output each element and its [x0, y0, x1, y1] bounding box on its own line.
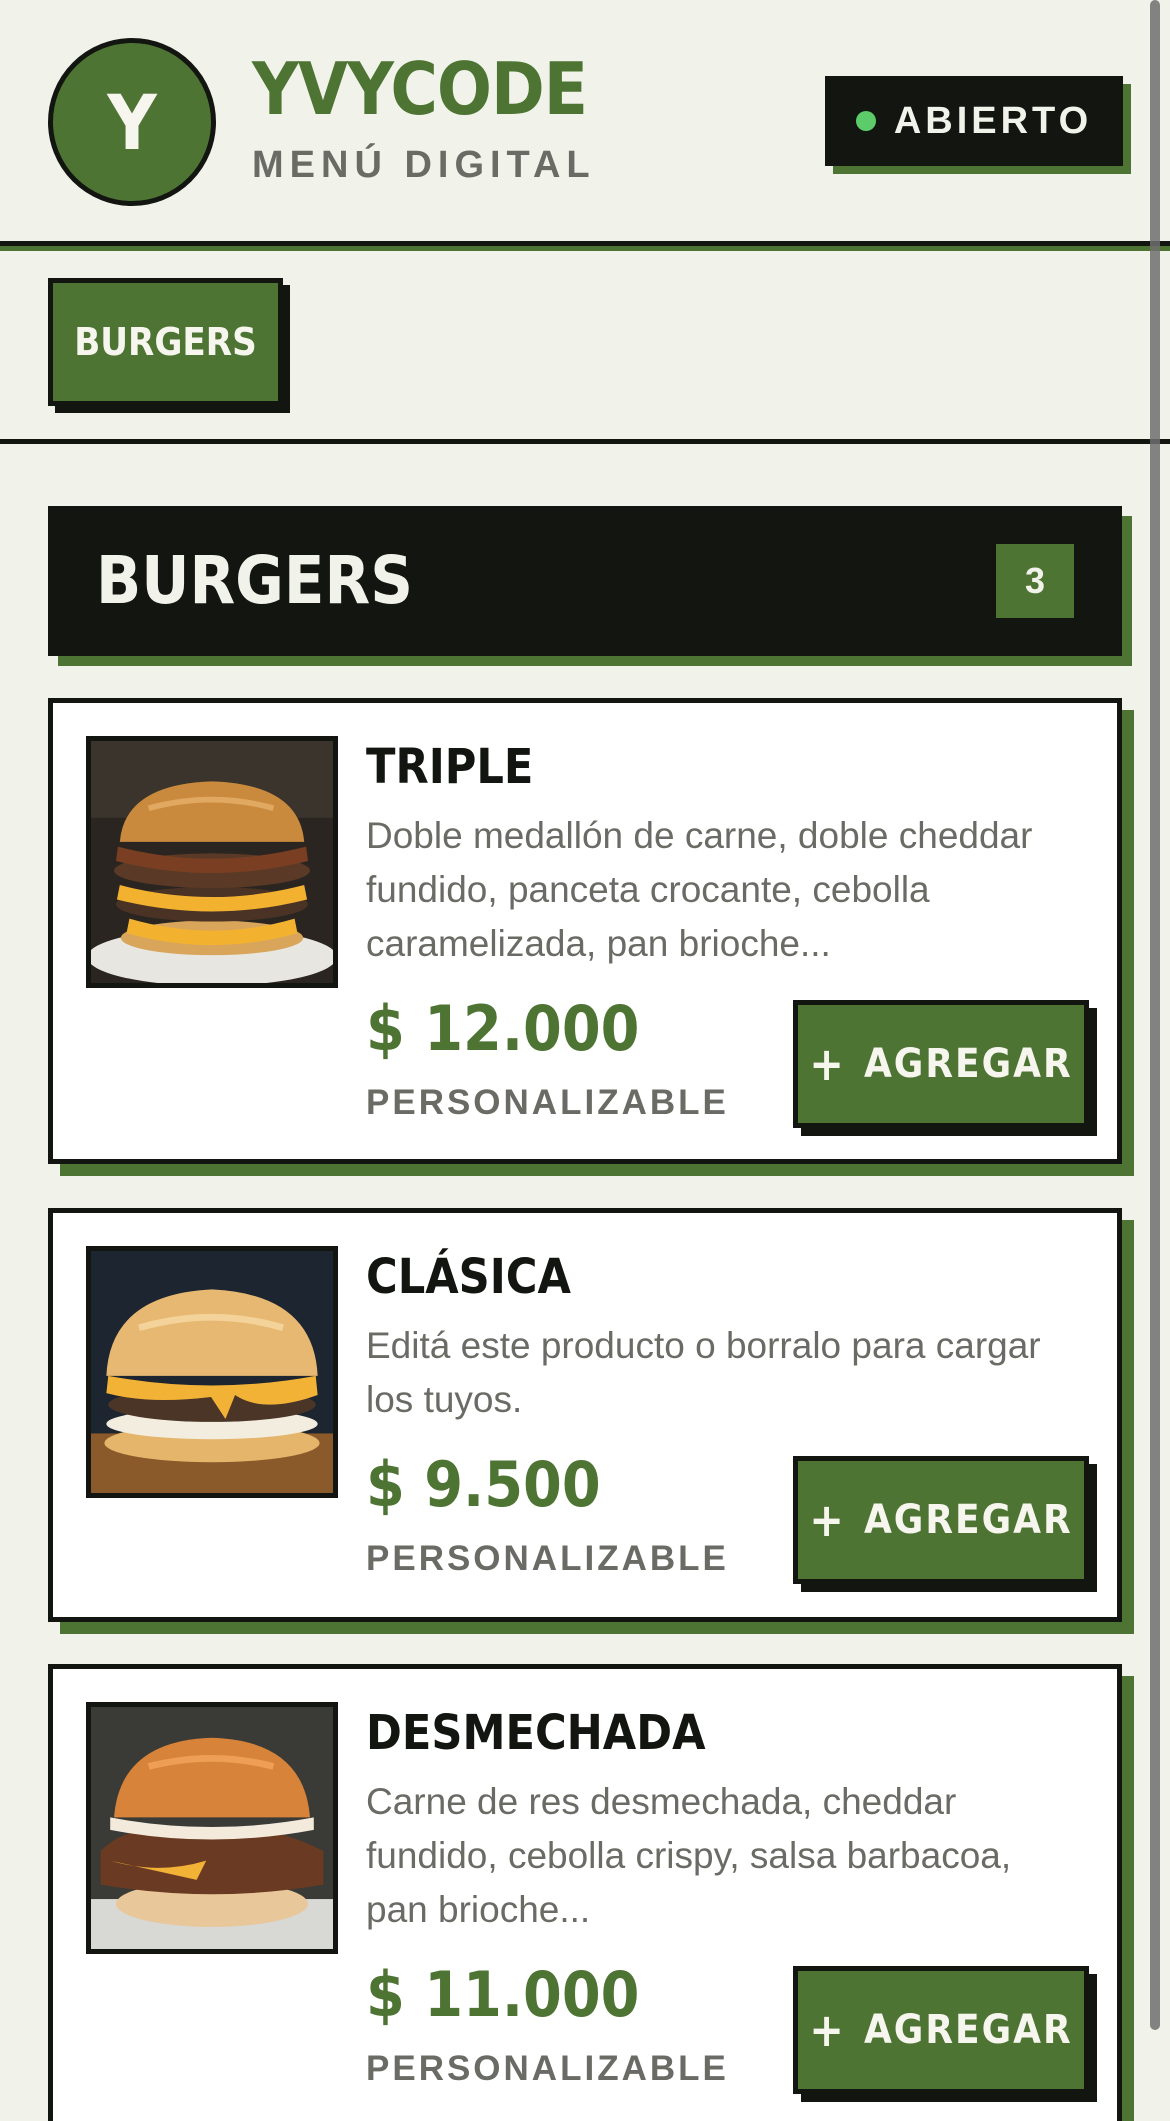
category-tab-burgers[interactable]: BURGERS: [48, 278, 283, 406]
item-count-badge: 3: [996, 544, 1074, 618]
product-price: $ 11.000: [366, 1958, 640, 2031]
product-image[interactable]: [86, 1246, 338, 1498]
brand-logo: Y: [48, 38, 216, 206]
add-button-label: AGREGAR: [863, 2007, 1073, 2053]
product-price: $ 12.000: [366, 992, 640, 1065]
page-scrollbar[interactable]: [1150, 0, 1160, 2030]
add-to-cart-button[interactable]: + AGREGAR: [793, 1000, 1089, 1128]
brand-title: YVYCODE: [252, 47, 588, 131]
customizable-tag: PERSONALIZABLE: [366, 1539, 729, 1578]
customizable-tag: PERSONALIZABLE: [366, 1083, 729, 1122]
logo-letter: Y: [107, 77, 157, 167]
section-title: BURGERS: [96, 542, 413, 619]
section-header: BURGERS 3: [48, 506, 1122, 656]
product-description: Editá este producto o borralo para carga…: [366, 1325, 1041, 1420]
menu-page: Y YVYCODE MENÚ DIGITAL ABIERTO BURGERS B…: [0, 0, 1170, 2121]
product-card[interactable]: DESMECHADA Carne de res desmechada, ched…: [48, 1664, 1122, 2121]
product-card[interactable]: TRIPLE Doble medallón de carne, doble ch…: [48, 698, 1122, 1164]
plus-icon: +: [809, 1493, 844, 1547]
product-price: $ 9.500: [366, 1448, 601, 1521]
add-button-label: AGREGAR: [863, 1497, 1073, 1543]
plus-icon: +: [809, 2003, 844, 2057]
product-card[interactable]: CLÁSICA Editá este producto o borralo pa…: [48, 1208, 1122, 1622]
plus-icon: +: [809, 1037, 844, 1091]
burger-photo-icon: [91, 1707, 333, 1949]
category-tab-label: BURGERS: [74, 320, 257, 364]
product-name: TRIPLE: [366, 739, 534, 795]
status-label: ABIERTO: [893, 99, 1093, 142]
category-nav: BURGERS: [0, 251, 1170, 444]
add-to-cart-button[interactable]: + AGREGAR: [793, 1966, 1089, 2094]
app-header: Y YVYCODE MENÚ DIGITAL ABIERTO: [0, 0, 1170, 246]
burger-photo-icon: [91, 1251, 333, 1493]
product-description: Carne de res desmechada, cheddar fundido…: [366, 1781, 1012, 1930]
add-to-cart-button[interactable]: + AGREGAR: [793, 1456, 1089, 1584]
product-description: Doble medallón de carne, doble cheddar f…: [366, 815, 1033, 964]
product-image[interactable]: [86, 1702, 338, 1954]
add-button-label: AGREGAR: [863, 1041, 1073, 1087]
customizable-tag: PERSONALIZABLE: [366, 2049, 729, 2088]
status-dot-icon: [855, 111, 876, 131]
product-image[interactable]: [86, 736, 338, 988]
burger-photo-icon: [91, 741, 333, 983]
product-name: DESMECHADA: [366, 1705, 706, 1761]
open-status-badge: ABIERTO: [825, 76, 1123, 166]
brand-subtitle: MENÚ DIGITAL: [252, 144, 596, 186]
product-name: CLÁSICA: [366, 1249, 571, 1305]
